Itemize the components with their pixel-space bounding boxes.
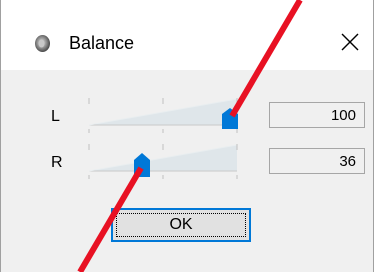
channel-label-left: L	[51, 108, 60, 125]
channel-label-right: R	[51, 154, 63, 171]
window-title: Balance	[69, 33, 135, 53]
ok-button[interactable]: OK	[111, 208, 251, 242]
speaker-icon	[35, 35, 50, 52]
close-icon	[341, 33, 359, 51]
right-slider-thumb[interactable]	[134, 153, 150, 177]
balance-dialog: Balance L 100 R 36 OK	[0, 0, 374, 272]
right-value-field[interactable]: 36	[269, 148, 365, 174]
focus-rectangle	[116, 213, 246, 237]
right-balance-slider[interactable]	[87, 141, 243, 181]
title-bar[interactable]: Balance	[1, 0, 373, 70]
left-balance-slider[interactable]	[87, 95, 243, 135]
close-button[interactable]	[325, 22, 373, 62]
left-value-field[interactable]: 100	[269, 102, 365, 128]
